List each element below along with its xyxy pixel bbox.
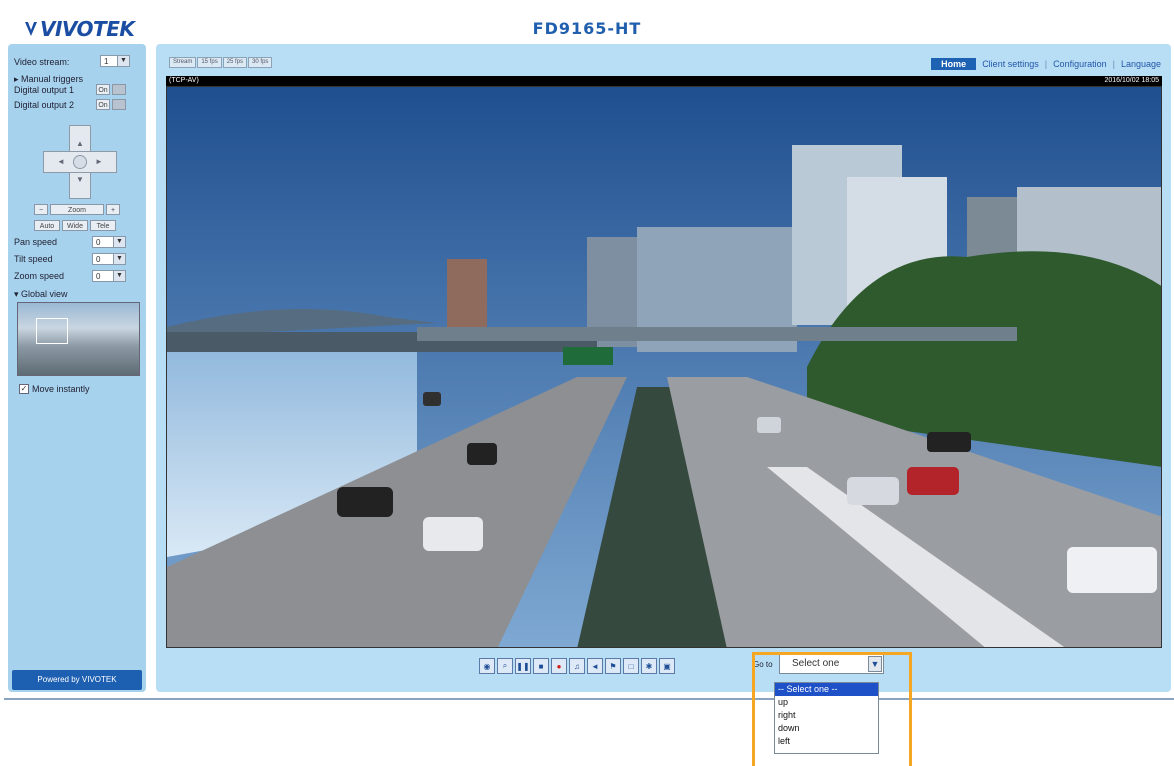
ptz-down-icon[interactable]: ▼ — [76, 175, 84, 184]
move-instantly-checkbox[interactable]: ✓ — [19, 384, 29, 394]
video-stream-value: 1 — [104, 57, 109, 66]
video-toolbar: ◉ ⌕ ❚❚ ■ ● ♫ ◄ ⚑ □ ✱ ▣ — [479, 658, 677, 674]
mute-icon[interactable]: ◄ — [587, 658, 603, 674]
tilt-speed-select[interactable]: 0 ▼ — [92, 253, 126, 265]
video-stream-label: Video stream: — [14, 57, 70, 67]
pan-speed-label: Pan speed — [14, 237, 58, 247]
ptz-up-icon[interactable]: ▲ — [76, 139, 84, 148]
page-title: FD9165-HT — [532, 19, 642, 38]
tab-25fps[interactable]: 25 fps — [222, 57, 248, 68]
volume-icon[interactable]: ♫ — [569, 658, 585, 674]
chevron-down-icon: ▼ — [113, 237, 125, 247]
live-video-view[interactable] — [166, 86, 1162, 648]
ptz-left-icon[interactable]: ◄ — [57, 157, 65, 166]
stop-icon[interactable]: ■ — [533, 658, 549, 674]
zoom-speed-label: Zoom speed — [14, 271, 65, 281]
digital-zoom-icon[interactable]: ⌕ — [497, 658, 513, 674]
chevron-down-icon: ▼ — [117, 56, 129, 66]
manual-triggers-label: Manual triggers — [21, 74, 84, 84]
tab-stream[interactable]: Stream — [169, 57, 197, 68]
pan-speed-select[interactable]: 0 ▼ — [92, 236, 126, 248]
stream-tabs: Stream 15 fps 25 fps 30 fps — [169, 57, 273, 68]
highlight-annotation-box — [752, 652, 912, 766]
manual-triggers-toggle[interactable]: ▸ Manual triggers — [14, 74, 83, 85]
ptz-control-pad: ▲ ▼ ◄ ► — [43, 125, 117, 199]
mic-mute-icon[interactable]: □ — [623, 658, 639, 674]
zoom-speed-value: 0 — [96, 272, 101, 281]
camera-scene-image — [167, 87, 1161, 647]
pause-icon[interactable]: ❚❚ — [515, 658, 531, 674]
digital-output-2-off-button[interactable] — [112, 99, 126, 110]
video-timestamp: 2016/10/02 18:05 — [1104, 77, 1160, 84]
tele-button[interactable]: Tele — [90, 220, 116, 231]
auto-button[interactable]: Auto — [34, 220, 60, 231]
digital-output-2-on-button[interactable]: On — [96, 99, 110, 110]
pan-speed-value: 0 — [96, 238, 101, 247]
zoom-label: Zoom — [50, 204, 104, 215]
wide-button[interactable]: Wide — [62, 220, 88, 231]
tilt-speed-label: Tilt speed — [14, 254, 53, 264]
nav-language[interactable]: Language — [1121, 59, 1161, 69]
nav-separator: | — [1044, 59, 1048, 69]
global-view-region-box[interactable] — [36, 318, 68, 344]
nav-separator: | — [1112, 59, 1115, 69]
video-header-bar: (TCP-AV) 2016/10/02 18:05 — [166, 76, 1162, 86]
zoom-in-button[interactable]: + — [106, 204, 120, 215]
digital-output-1-off-button[interactable] — [112, 84, 126, 95]
ptz-right-icon[interactable]: ► — [95, 157, 103, 166]
nav-home[interactable]: Home — [931, 58, 977, 70]
zoom-speed-select[interactable]: 0 ▼ — [92, 270, 126, 282]
main-panel: Stream 15 fps 25 fps 30 fps Home Client … — [156, 44, 1171, 692]
global-view-toggle[interactable]: ▾ Global view — [14, 289, 68, 300]
powered-by-badge: Powered by VIVOTEK — [12, 670, 142, 690]
digital-output-1-label: Digital output 1 — [14, 85, 75, 95]
global-view-thumbnail[interactable] — [17, 302, 140, 376]
top-nav: Home Client settings | Configuration | L… — [931, 58, 1161, 70]
tab-30fps[interactable]: 30 fps — [248, 57, 273, 68]
move-instantly-label: Move instantly — [32, 384, 90, 394]
digital-output-1-on-button[interactable]: On — [96, 84, 110, 95]
snapshot-icon[interactable]: ◉ — [479, 658, 495, 674]
digital-output-2-label: Digital output 2 — [14, 100, 75, 110]
ptz-home-button[interactable] — [73, 155, 87, 169]
chevron-down-icon: ▼ — [113, 271, 125, 281]
tilt-speed-value: 0 — [96, 255, 101, 264]
talk-icon[interactable]: ⚑ — [605, 658, 621, 674]
record-icon[interactable]: ● — [551, 658, 567, 674]
fullscreen-icon[interactable]: ✱ — [641, 658, 657, 674]
global-view-icon[interactable]: ▣ — [659, 658, 675, 674]
zoom-out-button[interactable]: − — [34, 204, 48, 215]
protocol-label: (TCP-AV) — [169, 77, 199, 84]
nav-configuration[interactable]: Configuration — [1053, 59, 1107, 69]
global-view-label: Global view — [21, 289, 68, 299]
page-divider — [4, 698, 1174, 700]
sidebar: Video stream: 1 ▼ ▸ Manual triggers Digi… — [8, 44, 146, 692]
video-stream-select[interactable]: 1 ▼ — [100, 55, 130, 67]
chevron-down-icon: ▼ — [113, 254, 125, 264]
nav-client-settings[interactable]: Client settings — [982, 59, 1039, 69]
tab-15fps[interactable]: 15 fps — [197, 57, 222, 68]
app-window: VIVOTEK FD9165-HT Video stream: 1 ▼ ▸ Ma… — [4, 0, 1174, 700]
